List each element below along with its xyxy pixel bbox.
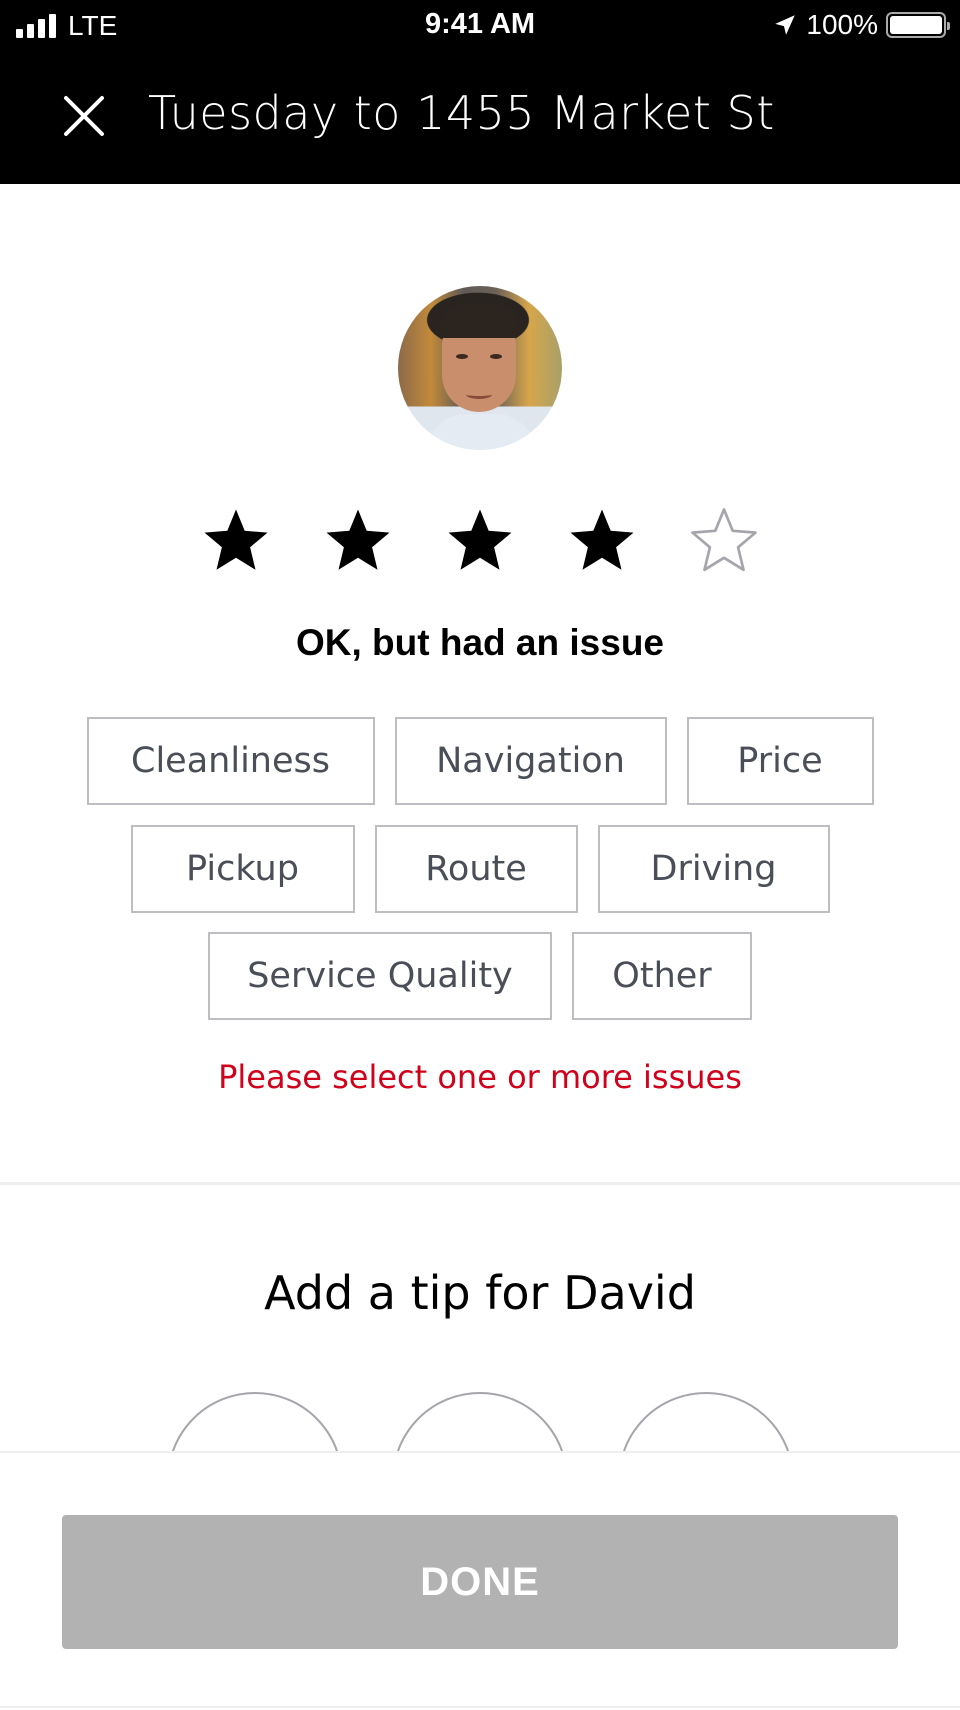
star-filled-icon[interactable]	[200, 505, 272, 577]
issue-chip-service-quality[interactable]: Service Quality	[208, 932, 552, 1020]
rating-label: OK, but had an issue	[296, 622, 664, 663]
issue-row-1: Cleanliness Navigation Price	[0, 717, 960, 805]
star-filled-icon[interactable]	[322, 505, 394, 577]
driver-avatar	[398, 286, 562, 450]
star-rating	[0, 505, 960, 577]
star-filled-icon[interactable]	[444, 505, 516, 577]
issue-row-2: Pickup Route Driving	[0, 825, 960, 913]
issue-row-3: Service Quality Other	[0, 932, 960, 1020]
close-icon	[64, 96, 104, 136]
issue-chip-route[interactable]: Route	[374, 825, 578, 913]
issue-chip-cleanliness[interactable]: Cleanliness	[86, 717, 375, 805]
battery-icon	[886, 12, 950, 38]
page-title: Tuesday to 1455 Market St	[148, 86, 775, 140]
star-empty-icon[interactable]	[688, 505, 760, 577]
battery-percent: 100%	[806, 9, 878, 40]
issue-chip-other[interactable]: Other	[572, 932, 752, 1020]
issue-chip-pickup[interactable]: Pickup	[130, 825, 355, 913]
bottom-bar: DONE	[0, 1451, 960, 1710]
done-button[interactable]: DONE	[62, 1515, 898, 1649]
star-filled-icon[interactable]	[566, 505, 638, 577]
issue-error-message: Please select one or more issues	[218, 1058, 742, 1096]
status-bar: LTE 9:41 AM 100%	[0, 0, 960, 52]
section-divider	[0, 1182, 960, 1185]
location-arrow-icon	[775, 15, 796, 35]
issue-chip-navigation[interactable]: Navigation	[394, 717, 667, 805]
issue-chip-price[interactable]: Price	[686, 717, 874, 805]
issue-chip-driving[interactable]: Driving	[597, 825, 830, 913]
close-button[interactable]	[60, 92, 108, 140]
tip-title: Add a tip for David	[264, 1266, 696, 1320]
nav-bar: Tuesday to 1455 Market St	[0, 52, 960, 184]
